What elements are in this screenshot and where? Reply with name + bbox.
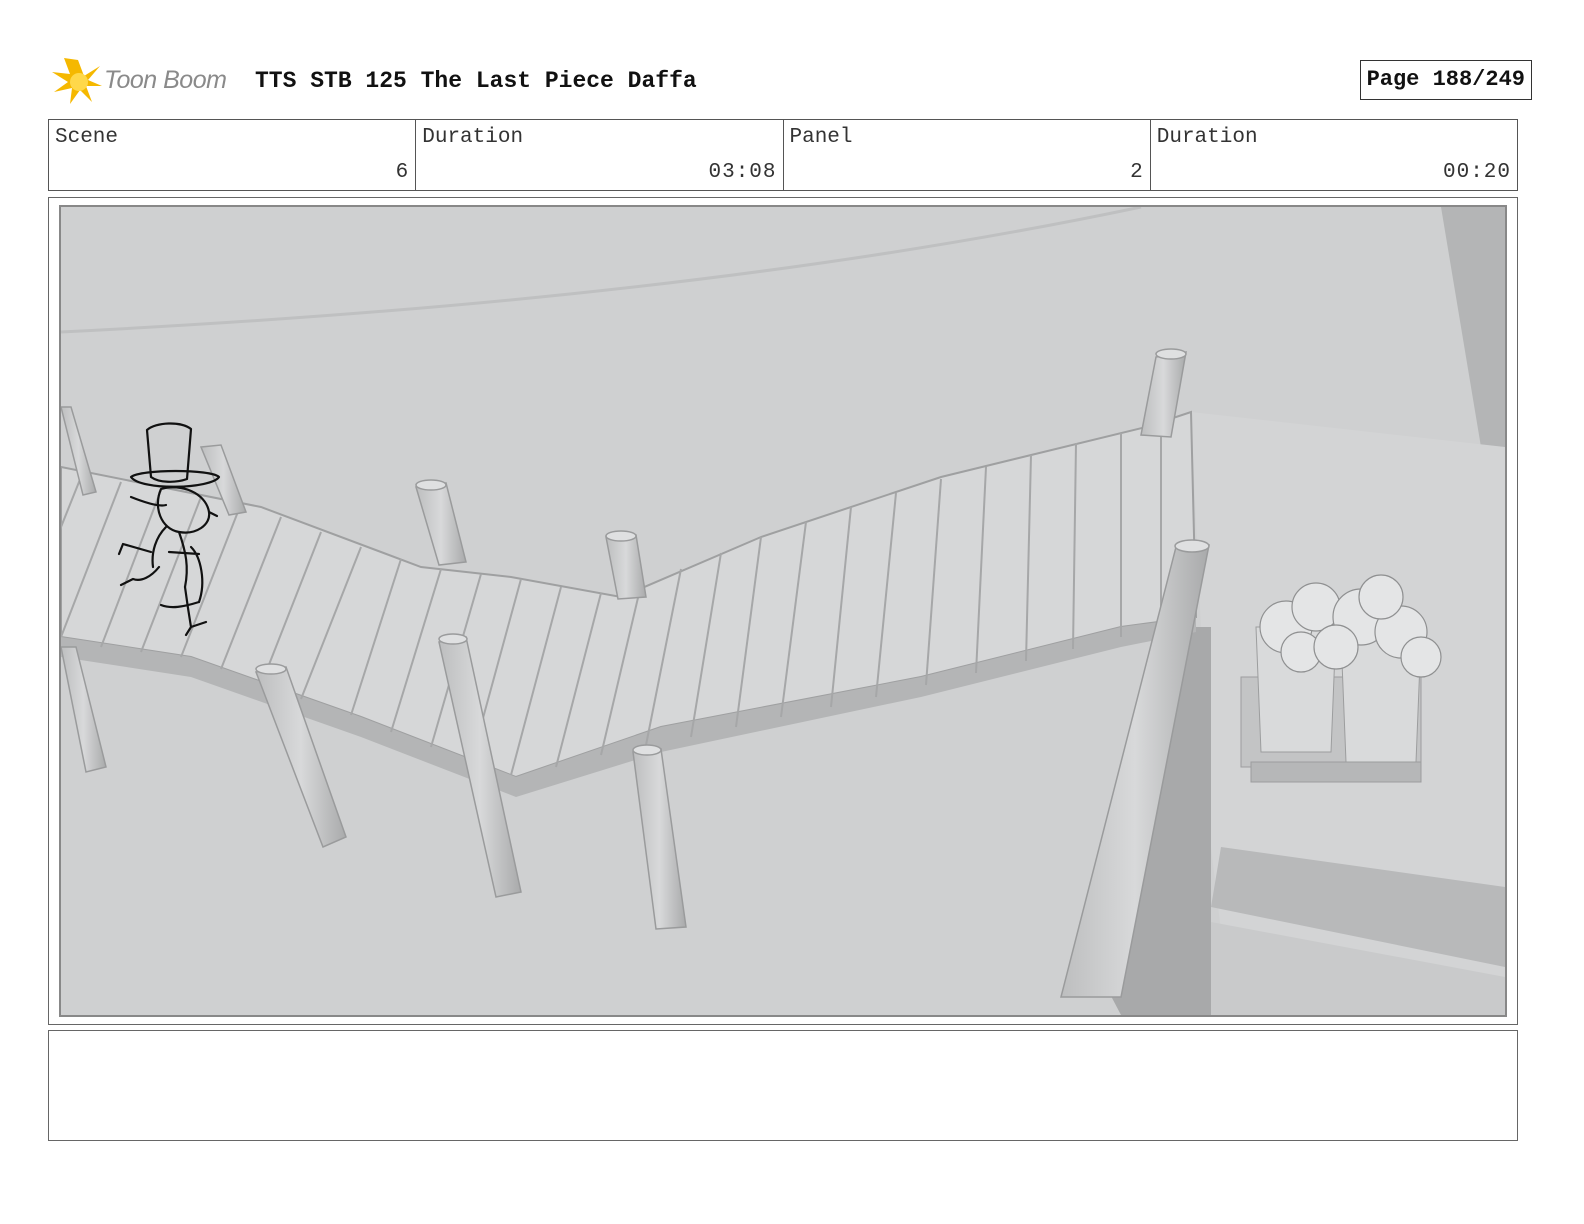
panel-duration-label: Duration	[1156, 126, 1258, 149]
scene-label: Scene	[55, 126, 119, 149]
page-number: Page 188/249	[1359, 60, 1532, 100]
scene-duration-label: Duration	[422, 126, 524, 149]
scene-value: 6	[395, 161, 410, 184]
panel-cell: Panel 2	[784, 120, 1151, 190]
page-header: Toon Boom TTS STB 125 The Last Piece Daf…	[52, 52, 1532, 108]
scene-duration-value: 03:08	[708, 161, 777, 184]
panel-duration-cell: Duration 00:20	[1151, 120, 1517, 190]
scene-cell: Scene 6	[49, 120, 417, 190]
scene-duration-cell: Duration 03:08	[416, 120, 784, 190]
storyboard-panel-image	[59, 205, 1507, 1017]
scene-info-table: Scene 6 Duration 03:08 Panel 2 Duration …	[48, 119, 1518, 191]
panel-value: 2	[1130, 161, 1144, 184]
panel-label: Panel	[789, 126, 853, 149]
panel-notes-box	[48, 1030, 1518, 1141]
storyboard-panel-frame	[48, 197, 1518, 1025]
sun-burst-icon	[52, 58, 102, 104]
boardwalk-scene	[61, 207, 1505, 1015]
document-title: TTS STB 125 The Last Piece Daffa	[255, 68, 697, 94]
toon-boom-logo: Toon Boom	[52, 56, 242, 108]
logo-text: Toon Boom	[104, 66, 227, 94]
panel-duration-value: 00:20	[1442, 161, 1511, 184]
